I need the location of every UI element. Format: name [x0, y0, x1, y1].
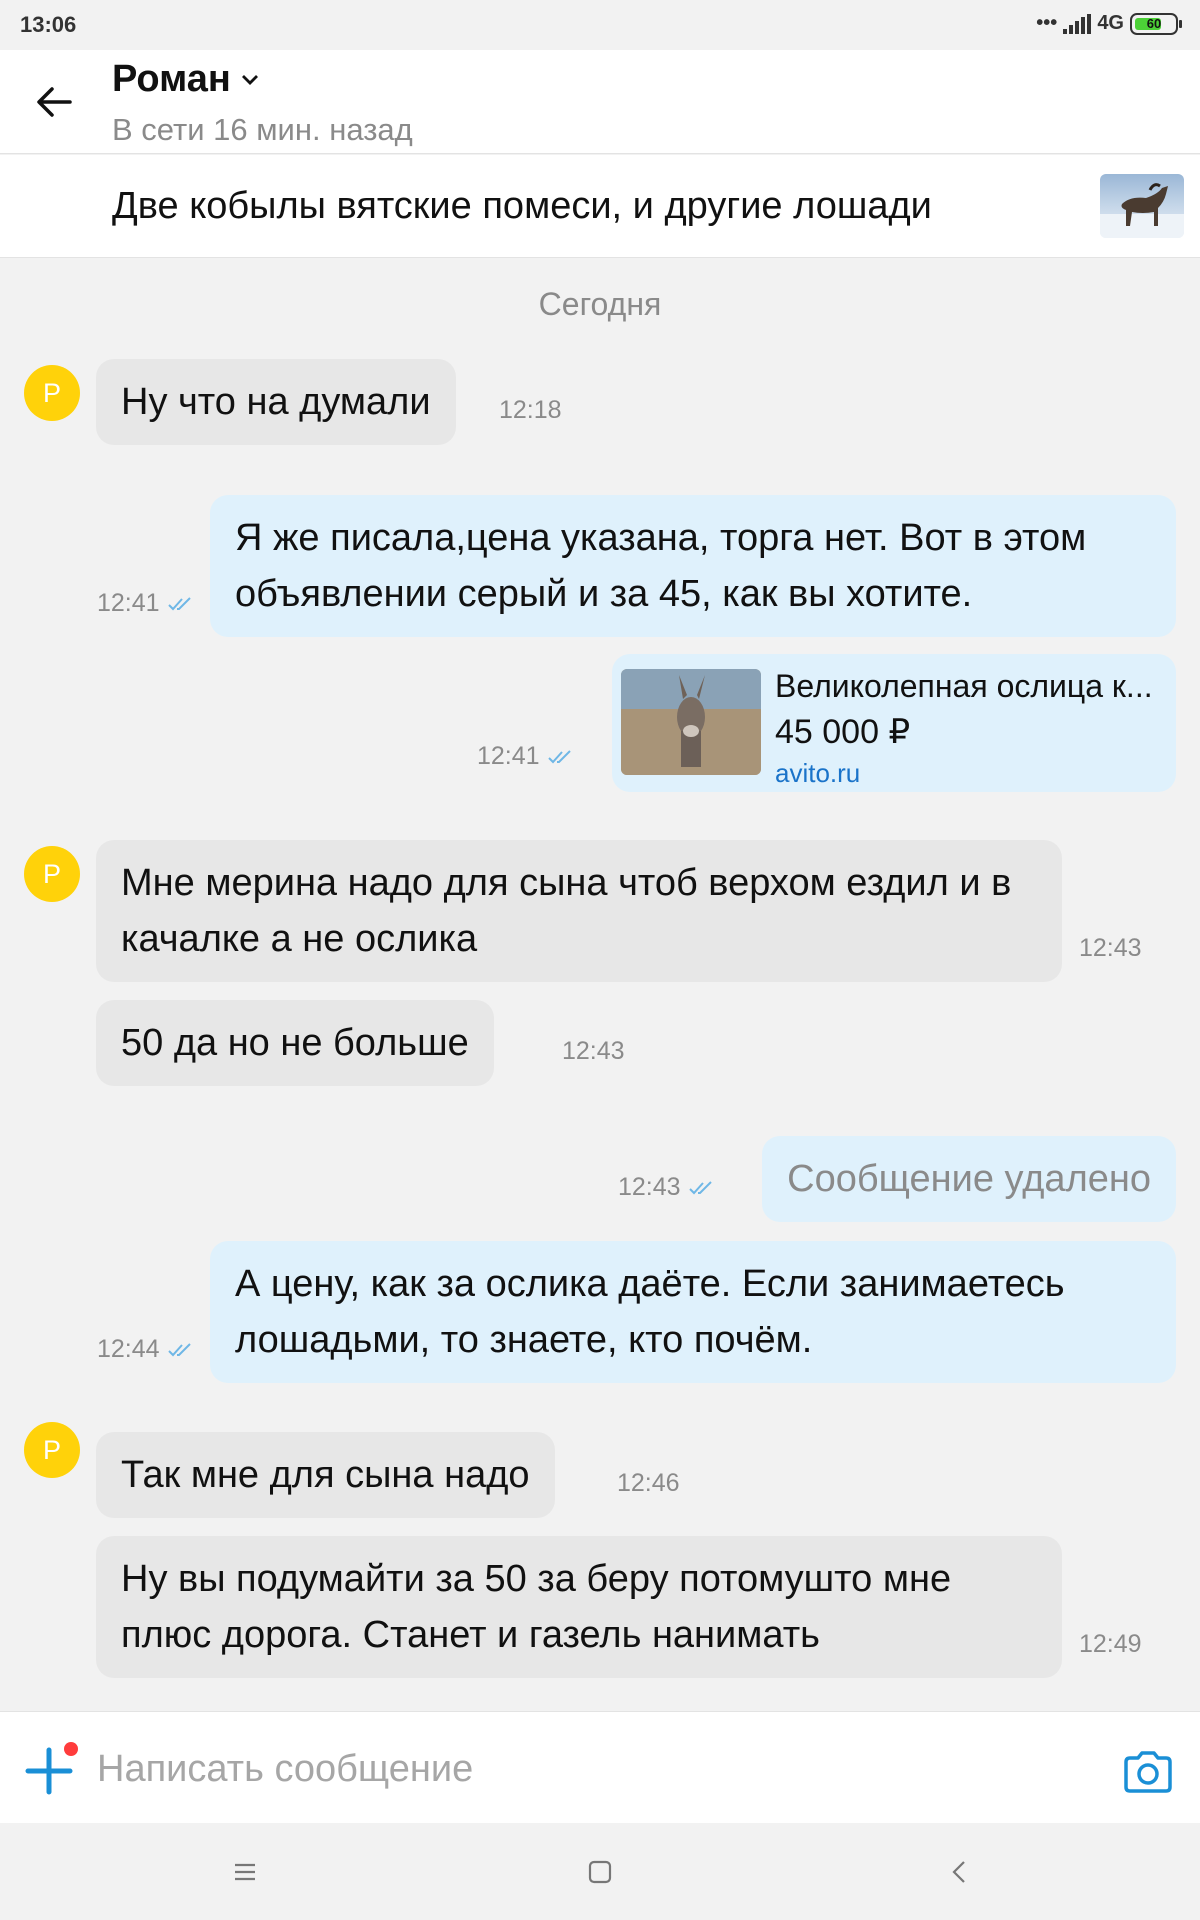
message-time: 12:41	[97, 589, 160, 617]
chat-header: Роман В сети 16 мин. назад	[0, 50, 1200, 154]
composer: Написать сообщение	[0, 1711, 1200, 1823]
more-dots-icon: •••	[1036, 12, 1058, 34]
signal-icon	[1063, 13, 1092, 34]
camera-icon[interactable]	[1122, 1750, 1174, 1794]
ad-thumbnail[interactable]	[1100, 174, 1184, 238]
online-status: В сети 16 мин. назад	[112, 112, 413, 147]
notification-dot	[64, 1742, 78, 1756]
message-meta: 12:43	[618, 1173, 715, 1202]
donkey-image	[621, 669, 761, 775]
chevron-down-icon	[241, 74, 258, 85]
avatar[interactable]: Р	[24, 1422, 80, 1478]
ad-title: Две кобылы вятские помеси, и другие лоша…	[112, 185, 932, 227]
double-check-icon	[167, 596, 191, 610]
home-square-icon[interactable]	[585, 1857, 615, 1887]
incoming-message[interactable]: Так мне для сына надо	[96, 1432, 555, 1518]
outgoing-message[interactable]: Я же писала,цена указана, торга нет. Вот…	[210, 495, 1176, 637]
message-meta: 12:41	[477, 742, 574, 771]
message-time: 12:43	[562, 1037, 625, 1065]
contact-name-dropdown[interactable]: Роман	[112, 58, 259, 101]
deleted-message[interactable]: Сообщение удалено	[762, 1136, 1176, 1222]
link-preview-card[interactable]: Великолепная ослица к... 45 000 ₽ avito.…	[612, 654, 1176, 792]
back-chevron-icon[interactable]	[945, 1857, 975, 1887]
double-check-icon	[688, 1180, 712, 1194]
ad-banner[interactable]: Две кобылы вятские помеси, и другие лоша…	[0, 155, 1200, 258]
avatar[interactable]: Р	[24, 846, 80, 902]
back-arrow-icon[interactable]	[34, 82, 74, 122]
double-check-icon	[167, 1342, 191, 1356]
incoming-message[interactable]: Мне мерина надо для сына чтоб верхом езд…	[96, 840, 1062, 982]
outgoing-message[interactable]: А цену, как за ослика даёте. Если занима…	[210, 1241, 1176, 1383]
date-separator: Сегодня	[538, 286, 662, 322]
status-icons: ••• 4G 60	[1036, 12, 1182, 35]
battery-icon: 60	[1130, 12, 1182, 35]
system-nav-bar	[0, 1824, 1200, 1920]
message-meta: 12:44	[97, 1335, 194, 1364]
link-domain: avito.ru	[775, 758, 861, 788]
status-time: 13:06	[20, 12, 77, 37]
message-time: 12:18	[499, 396, 562, 424]
message-time: 12:44	[97, 1335, 160, 1363]
incoming-message[interactable]: Ну вы подумайти за 50 за беру потомушто …	[96, 1536, 1062, 1678]
link-thumbnail	[621, 669, 761, 775]
network-type: 4G	[1097, 12, 1124, 34]
incoming-message[interactable]: 50 да но не больше	[96, 1000, 494, 1086]
incoming-message[interactable]: Ну что на думали	[96, 359, 456, 445]
link-title: Великолепная ослица к...	[775, 668, 1153, 704]
battery-level: 60	[1146, 16, 1162, 31]
message-time: 12:49	[1079, 1630, 1142, 1658]
contact-name: Роман	[112, 58, 231, 100]
message-input[interactable]: Написать сообщение	[97, 1748, 473, 1791]
horse-image	[1100, 183, 1184, 238]
message-time: 12:43	[618, 1173, 681, 1201]
status-bar: 13:06 ••• 4G 60	[0, 0, 1200, 50]
link-price: 45 000 ₽	[775, 713, 911, 751]
message-meta: 12:41	[97, 589, 194, 618]
avatar[interactable]: Р	[24, 365, 80, 421]
message-time: 12:41	[477, 742, 540, 770]
message-time: 12:43	[1079, 934, 1142, 962]
double-check-icon	[547, 749, 571, 763]
message-list[interactable]: Сегодня Р Ну что на думали 12:18 Я же пи…	[0, 259, 1200, 1711]
menu-icon[interactable]	[230, 1857, 260, 1887]
message-time: 12:46	[617, 1469, 680, 1497]
